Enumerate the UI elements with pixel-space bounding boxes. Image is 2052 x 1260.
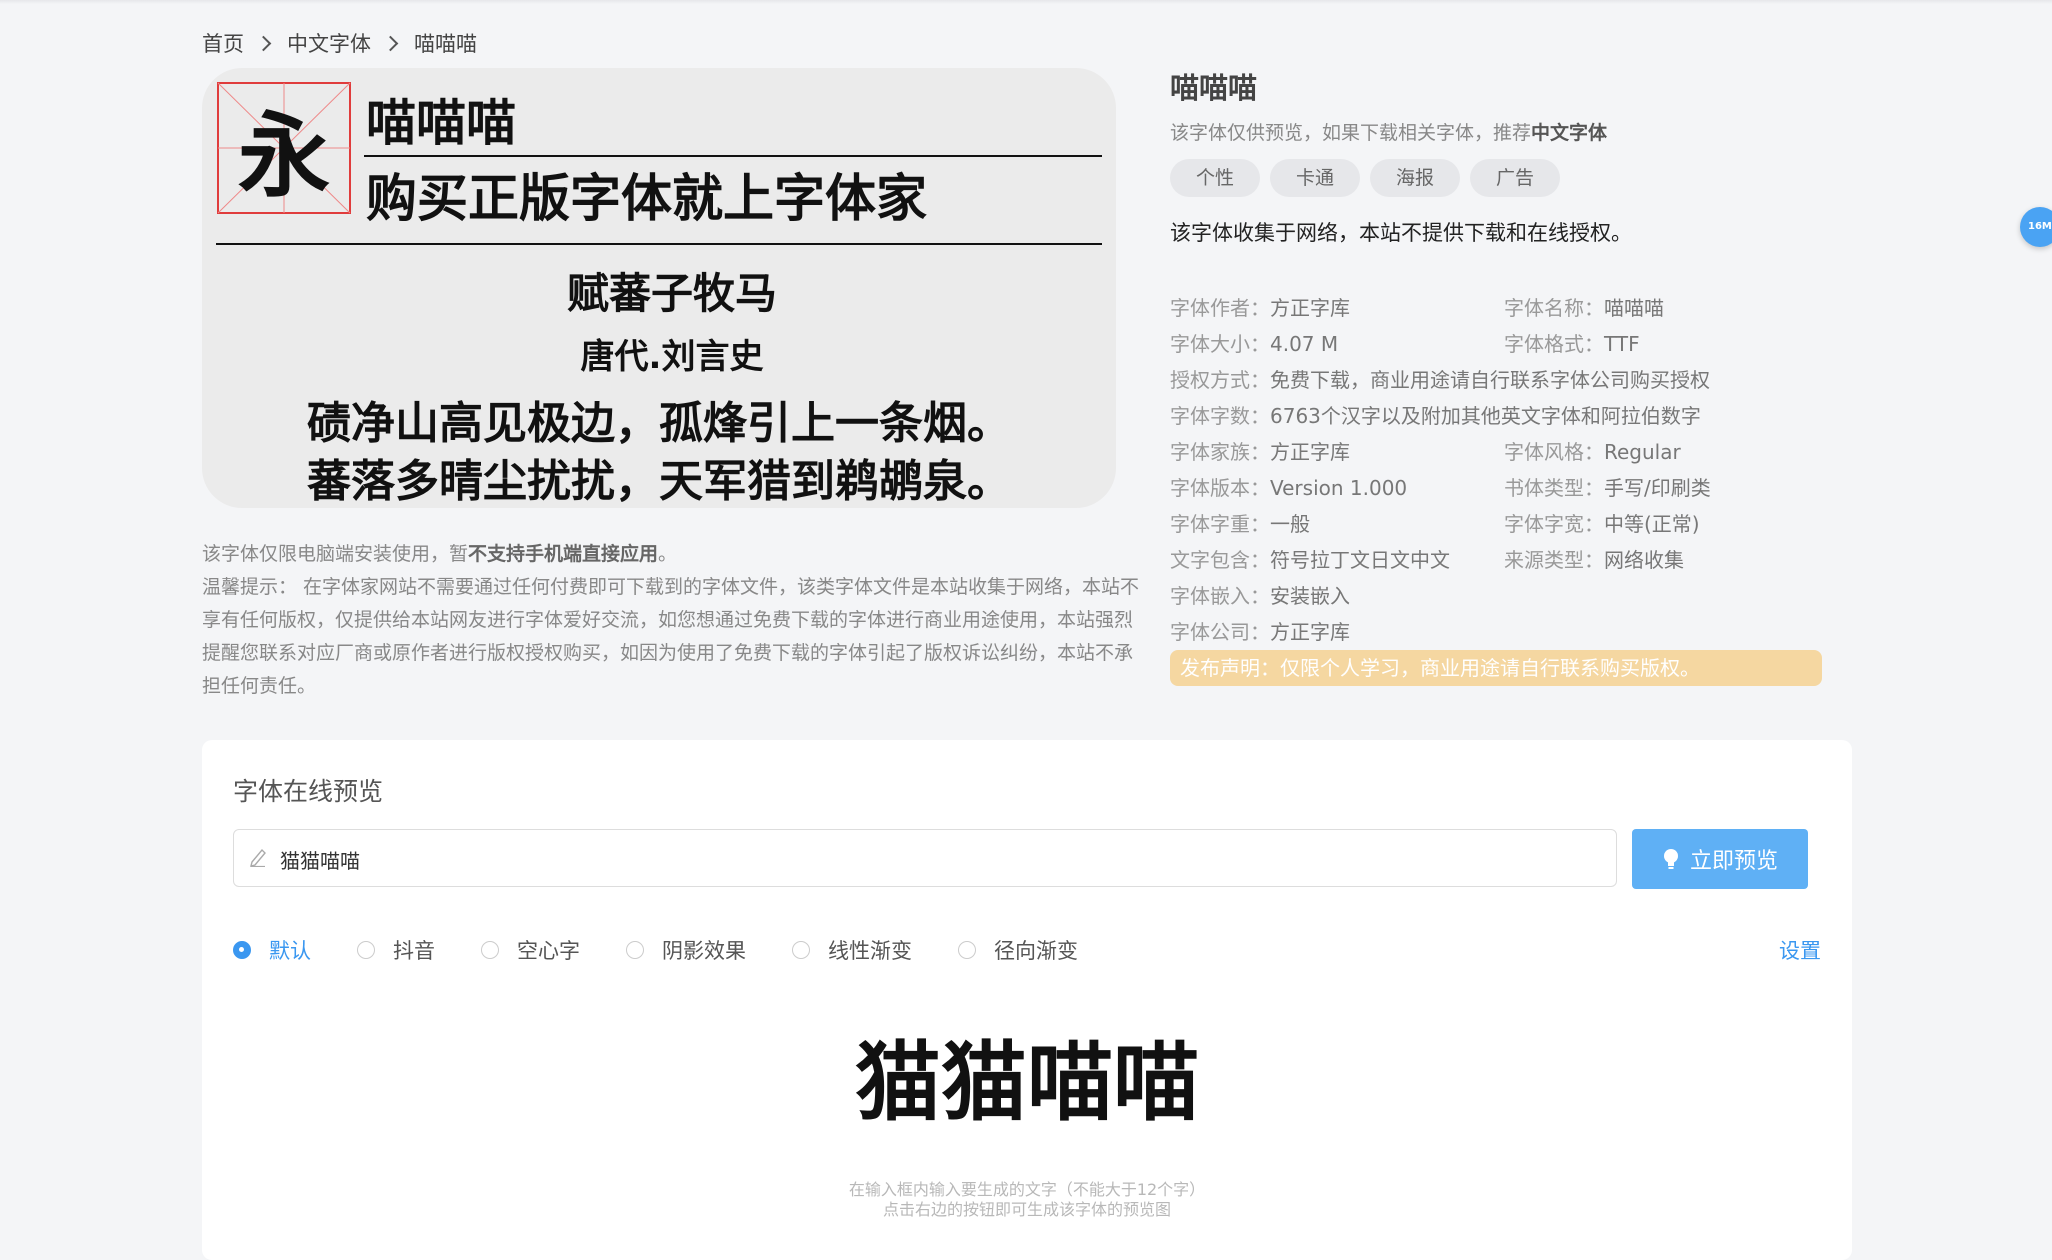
meta-row: 字体嵌入：安装嵌入 xyxy=(1170,584,1350,608)
rendered-preview-svg: 猫猫喵喵 xyxy=(855,1033,1199,1133)
meta-format: TTF xyxy=(1604,332,1640,356)
tag-list: 个性 卡通 海报 广告 xyxy=(1170,159,1830,197)
hint-line2: 点击右边的按钮即可生成该字体的预览图 xyxy=(882,1200,1171,1219)
preview-button[interactable]: 立即预览 xyxy=(1632,829,1808,889)
meta-row: 字体大小：4.07 M 字体格式：TTF xyxy=(1170,332,1640,356)
rendered-preview: 猫猫喵喵 xyxy=(202,1020,1852,1134)
recommend-text: 该字体仅供预览，如果下载相关字体，推荐中文字体 xyxy=(1170,122,1608,144)
radio-icon[interactable] xyxy=(357,941,375,959)
recommend-link[interactable]: 中文字体 xyxy=(1531,122,1607,144)
meta-width: 中等(正常) xyxy=(1604,512,1700,536)
panel-title: 字体在线预览 xyxy=(233,777,384,806)
tag-item[interactable]: 海报 xyxy=(1370,159,1461,197)
font-info: 喵喵喵 该字体仅供预览，如果下载相关字体，推荐中文字体 个性 卡通 海报 广告 … xyxy=(1170,68,1830,247)
meta-version: Version 1.000 xyxy=(1270,476,1408,500)
poem-line1: 碛净山高见极边，孤烽引上一条烟。 xyxy=(307,398,1011,449)
style-options: 默认 抖音 空心字 阴影效果 线性渐变 径向渐变 xyxy=(233,935,1124,965)
meta-weight: 一般 xyxy=(1270,512,1310,536)
online-preview-panel: 字体在线预览 立即预览 默认 抖音 空心字 阴影效果 线性渐变 径向渐变 设置 … xyxy=(202,740,1852,1260)
meta-row: 字体版本：Version 1.000 书体类型：手写/印刷类 xyxy=(1170,476,1711,500)
collect-note: 该字体收集于网络，本站不提供下载和在线授权。 xyxy=(1170,221,1632,245)
poem-author: 唐代.刘言史 xyxy=(581,337,764,377)
font-title: 喵喵喵 xyxy=(1170,71,1258,105)
meta-embed: 安装嵌入 xyxy=(1270,584,1350,608)
style-option-radial-gradient[interactable]: 径向渐变 xyxy=(958,935,1078,965)
meta-contains: 符号拉丁文日文中文 xyxy=(1270,548,1450,572)
usage-notice: 该字体仅限电脑端安装使用，暂不支持手机端直接应用。 温馨提示： 在字体家网站不需… xyxy=(202,538,1146,703)
meta-count: 6763个汉字以及附加其他英文字体和阿拉伯数字 xyxy=(1270,404,1701,428)
top-shadow xyxy=(0,0,2052,4)
preview-line2: 购买正版字体就上字体家 xyxy=(366,170,927,229)
chevron-right-icon xyxy=(382,35,399,51)
meta-style: Regular xyxy=(1604,440,1681,464)
meta-source: 网络收集 xyxy=(1604,548,1684,572)
style-option-douyin[interactable]: 抖音 xyxy=(357,935,435,965)
preview-text-input[interactable] xyxy=(278,838,1602,880)
tag-item[interactable]: 卡通 xyxy=(1270,159,1361,197)
preview-button-label: 立即预览 xyxy=(1689,849,1778,874)
breadcrumb-category[interactable]: 中文字体 xyxy=(287,28,371,58)
style-option-hollow[interactable]: 空心字 xyxy=(481,935,580,965)
rendered-text: 猫猫喵喵 xyxy=(855,1033,1199,1130)
hint-line1: 在输入框内输入要生成的文字（不能大于12个字） xyxy=(848,1180,1206,1199)
meta-author: 方正字库 xyxy=(1270,296,1350,320)
meta-type: 手写/印刷类 xyxy=(1604,476,1711,500)
settings-link[interactable]: 设置 xyxy=(1779,935,1821,965)
radio-icon[interactable] xyxy=(233,941,251,959)
meta-name: 喵喵喵 xyxy=(1604,296,1664,320)
breadcrumb: 首页 中文字体 喵喵喵 xyxy=(202,28,477,58)
meta-row: 文字包含：符号拉丁文日文中文 来源类型：网络收集 xyxy=(1170,548,1684,572)
meta-row: 字体作者：方正字库 字体名称：喵喵喵 xyxy=(1170,296,1664,320)
radio-icon[interactable] xyxy=(626,941,644,959)
pencil-icon xyxy=(250,848,266,867)
notice-tip: 温馨提示： 在字体家网站不需要通过任何付费即可下载到的字体文件，该类字体文件是本… xyxy=(202,576,1140,697)
release-statement: 发布声明：仅限个人学习，商业用途请自行联系购买版权。 xyxy=(1170,650,1822,686)
preview-input-wrapper xyxy=(233,829,1617,887)
meta-row: 字体家族：方正字库 字体风格：Regular xyxy=(1170,440,1681,464)
meta-row: 授权方式：免费下载，商业用途请自行联系字体公司购买授权 xyxy=(1170,368,1710,392)
radio-icon[interactable] xyxy=(792,941,810,959)
font-meta-table: 字体作者：方正字库 字体名称：喵喵喵 字体大小：4.07 M 字体格式：TTF … xyxy=(1170,290,1830,650)
meta-family: 方正字库 xyxy=(1270,440,1350,464)
radio-icon[interactable] xyxy=(481,941,499,959)
style-option-shadow[interactable]: 阴影效果 xyxy=(626,935,746,965)
lightbulb-icon xyxy=(1663,849,1678,869)
radio-icon[interactable] xyxy=(958,941,976,959)
notice-bold: 不支持手机端直接应用 xyxy=(468,543,659,565)
meta-row: 字体字重：一般 字体字宽：中等(正常) xyxy=(1170,512,1700,536)
tag-item[interactable]: 广告 xyxy=(1470,159,1561,197)
meta-row: 字体公司：方正字库 xyxy=(1170,620,1350,644)
tag-item[interactable]: 个性 xyxy=(1170,159,1261,197)
meta-size: 4.07 M xyxy=(1270,332,1339,356)
sample-char: 永 xyxy=(238,103,330,210)
preview-line1: 喵喵喵 xyxy=(366,94,516,152)
poem-title: 赋蕃子牧马 xyxy=(567,269,777,318)
meta-company: 方正字库 xyxy=(1270,620,1350,644)
notice-line1: 该字体仅限电脑端安装使用，暂不支持手机端直接应用。 xyxy=(202,543,678,565)
style-option-linear-gradient[interactable]: 线性渐变 xyxy=(792,935,912,965)
meta-row: 字体字数：6763个汉字以及附加其他英文字体和阿拉伯数字 xyxy=(1170,404,1701,428)
poem-line2: 蕃落多晴尘扰扰，天军猎到鹈鹕泉。 xyxy=(307,456,1011,507)
font-preview-image: 永 喵喵喵 购买正版字体就上字体家 赋蕃子牧马 唐代.刘言史 碛净山高见极边，孤… xyxy=(202,68,1116,508)
side-floating-badge[interactable]: 16M xyxy=(2020,207,2052,247)
breadcrumb-home[interactable]: 首页 xyxy=(202,28,244,58)
chevron-right-icon xyxy=(255,35,272,51)
meta-license: 免费下载，商业用途请自行联系字体公司购买授权 xyxy=(1270,368,1710,392)
style-option-default[interactable]: 默认 xyxy=(233,935,311,965)
breadcrumb-current: 喵喵喵 xyxy=(414,32,477,56)
preview-hint: 在输入框内输入要生成的文字（不能大于12个字） 点击右边的按钮即可生成该字体的预… xyxy=(202,1180,1852,1220)
preview-image-svg: 永 喵喵喵 购买正版字体就上字体家 赋蕃子牧马 唐代.刘言史 碛净山高见极边，孤… xyxy=(216,82,1102,507)
